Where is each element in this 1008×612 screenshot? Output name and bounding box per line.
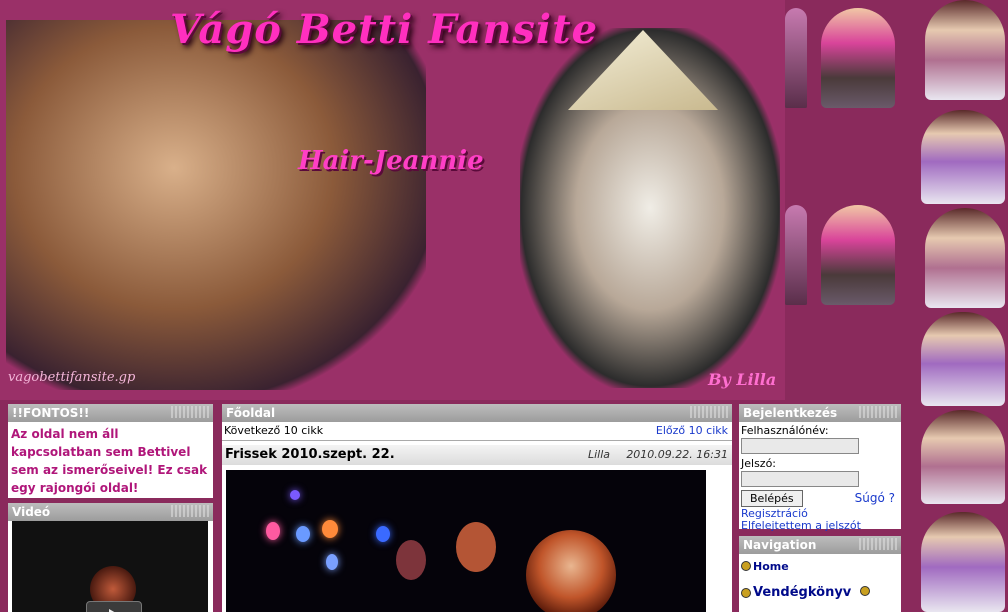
important-header: !!FONTOS!! — [8, 404, 213, 422]
background-photo-tile — [821, 205, 895, 305]
background-photo-tile — [921, 512, 1005, 612]
background-photo-tile — [921, 110, 1005, 204]
help-link[interactable]: Súgó ? — [855, 491, 895, 505]
password-input[interactable] — [741, 471, 859, 487]
banner-title: Vágó Betti Fansite — [170, 6, 599, 53]
background-photo-tile — [925, 208, 1005, 308]
ball-icon — [741, 561, 751, 571]
next-articles-link[interactable]: Következő 10 cikk — [224, 422, 323, 440]
news-author: Lilla — [588, 448, 611, 461]
login-panel: Bejelentkezés Felhasználónév: Jelszó: Be… — [739, 404, 901, 532]
important-panel: !!FONTOS!! Az oldal nem áll kapcsolatban… — [8, 404, 213, 498]
pagination-bar: Következő 10 cikk Előző 10 cikk — [222, 422, 732, 441]
video-panel: Videó — [8, 503, 213, 612]
news-title[interactable]: Frissek 2010.szept. 22. — [225, 447, 395, 462]
banner-signature: By Lilla — [708, 370, 777, 389]
password-label: Jelszó: — [741, 457, 777, 470]
background-photo-tile — [921, 410, 1005, 504]
news-header: Frissek 2010.szept. 22. Lilla 2010.09.22… — [222, 445, 732, 465]
banner-photo-couple — [6, 20, 426, 390]
forgot-password-link[interactable]: Elfelejtettem a jelszót — [741, 520, 899, 532]
navigation-header: Navigation — [739, 536, 901, 554]
news-photo — [226, 470, 706, 612]
banner-url-watermark: vagobettifansite.gp — [8, 370, 136, 385]
login-button[interactable]: Belépés — [741, 490, 803, 507]
main-header: Főoldal — [222, 404, 732, 422]
background-photo-tile — [785, 8, 807, 108]
background-photo-tile — [921, 312, 1005, 406]
nav-item-guestbook[interactable]: Vendégkönyv — [741, 585, 899, 600]
video-player[interactable] — [12, 521, 208, 612]
username-label: Felhasználónév: — [741, 424, 829, 437]
singer-figure — [526, 530, 616, 612]
question-mark-icon: ? — [888, 491, 895, 505]
banner-subtitle: Hair-Jeannie — [298, 146, 484, 176]
play-icon[interactable] — [86, 601, 142, 612]
help-label[interactable]: Súgó — [855, 491, 885, 505]
important-text: Az oldal nem áll kapcsolatban sem Bettiv… — [11, 427, 208, 495]
site-banner: Vágó Betti Fansite Hair-Jeannie vagobett… — [0, 0, 785, 400]
nav-item-home[interactable]: Home — [741, 560, 899, 573]
navigation-panel: Navigation Home Vendégkönyv — [739, 536, 901, 612]
ball-icon — [741, 588, 751, 598]
video-header: Videó — [8, 503, 213, 521]
background-photo-tile — [821, 8, 895, 108]
news-date: 2010.09.22. 16:31 — [626, 448, 728, 461]
username-input[interactable] — [741, 438, 859, 454]
background-photo-tile — [925, 0, 1005, 100]
previous-articles-link[interactable]: Előző 10 cikk — [656, 422, 728, 440]
ball-icon — [859, 586, 870, 596]
login-header: Bejelentkezés — [739, 404, 901, 422]
background-photo-tile — [785, 205, 807, 305]
main-panel: Főoldal Következő 10 cikk Előző 10 cikk … — [222, 404, 732, 612]
